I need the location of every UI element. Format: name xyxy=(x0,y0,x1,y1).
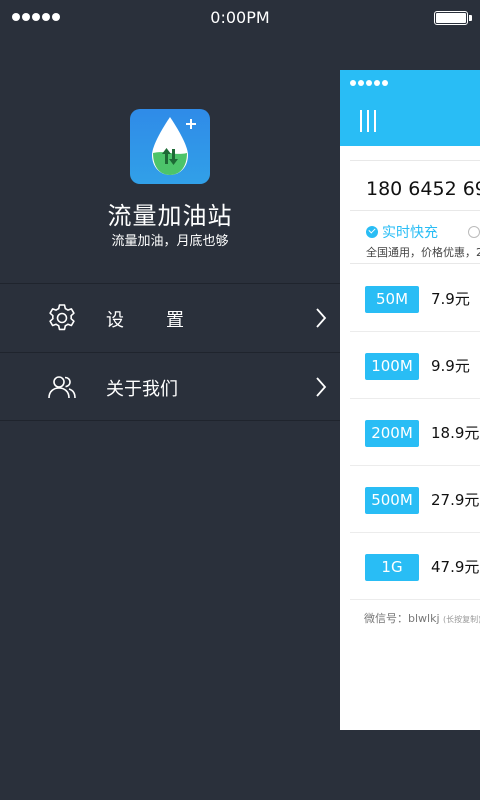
package-price: 7.9元 xyxy=(431,290,470,308)
package-size: 1G xyxy=(365,554,419,581)
wechat-id-label: 微信号：blwlkj xyxy=(364,612,440,625)
chevron-right-icon xyxy=(312,307,330,329)
menu-toggle-icon[interactable] xyxy=(360,110,380,132)
wechat-id[interactable]: 微信号：blwlkj (长按复制) xyxy=(364,610,480,626)
app-slogan: 流量加油，月底也够 xyxy=(111,234,229,249)
users-icon xyxy=(46,371,78,403)
package-size: 50M xyxy=(365,286,419,313)
gear-icon xyxy=(46,302,78,334)
package-item[interactable]: 500M 27.9元 xyxy=(340,466,480,533)
divider xyxy=(350,263,480,264)
package-price: 47.9元 xyxy=(431,558,480,576)
status-time: 0:00PM xyxy=(210,8,270,27)
package-price: 9.9元 xyxy=(431,357,470,375)
package-size: 500M xyxy=(365,487,419,514)
divider xyxy=(350,210,480,211)
battery-icon xyxy=(434,11,472,25)
status-bar: 0:00PM xyxy=(0,0,480,36)
radio-unselected-icon[interactable] xyxy=(468,226,480,238)
option-description: 全国通用，价格优惠，2 xyxy=(366,246,480,259)
recharge-type-selector: 实时快充 xyxy=(366,222,480,242)
drawer-menu: 设置 关于我们 xyxy=(0,283,340,421)
phone-number-input[interactable]: 180 6452 69 xyxy=(366,178,480,200)
main-header xyxy=(340,70,480,146)
package-item[interactable]: 200M 18.9元 xyxy=(340,399,480,466)
package-price: 27.9元 xyxy=(431,491,480,509)
package-item[interactable]: 50M 7.9元 xyxy=(340,265,480,332)
package-item[interactable]: 1G 47.9元 xyxy=(340,533,480,600)
menu-item-settings[interactable]: 设置 xyxy=(0,283,340,352)
signal-strength-icon xyxy=(350,80,388,86)
package-size: 100M xyxy=(365,353,419,380)
chevron-right-icon xyxy=(312,376,330,398)
wechat-copy-hint: (长按复制) xyxy=(443,615,480,624)
package-size: 200M xyxy=(365,420,419,447)
menu-item-label: 设置 xyxy=(106,310,226,331)
main-screen-panel[interactable]: 180 6452 69 实时快充 全国通用，价格优惠，2 50M 7.9元 10… xyxy=(340,70,480,730)
divider xyxy=(350,160,480,161)
check-circle-icon[interactable] xyxy=(366,226,378,238)
package-price: 18.9元 xyxy=(431,424,480,442)
package-list: 50M 7.9元 100M 9.9元 200M 18.9元 500M 27.9元… xyxy=(340,265,480,600)
app-name: 流量加油站 xyxy=(107,202,233,230)
package-item[interactable]: 100M 9.9元 xyxy=(340,332,480,399)
option-fast-recharge[interactable]: 实时快充 xyxy=(382,222,438,242)
menu-item-label: 关于我们 xyxy=(106,379,178,400)
app-logo-icon xyxy=(130,109,210,184)
menu-item-about-us[interactable]: 关于我们 xyxy=(0,352,340,421)
